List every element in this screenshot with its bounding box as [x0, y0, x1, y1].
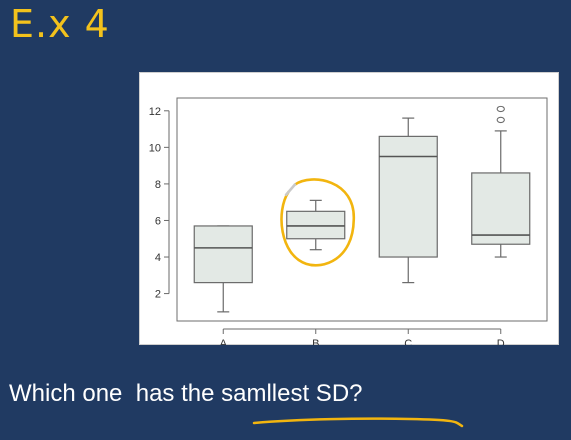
iqr-box	[193, 225, 253, 284]
handwritten-underline	[252, 417, 464, 428]
y-tick-label: 8	[155, 179, 161, 191]
y-tick-label: 12	[149, 106, 161, 118]
slide-title: E.x 4	[10, 2, 110, 46]
iqr-box	[471, 172, 531, 245]
x-tick-label: C	[404, 338, 412, 345]
boxplot-svg: 2 4 6 8 10 12 A B C D	[139, 72, 559, 345]
y-tick-label: 10	[149, 142, 161, 154]
x-tick-label: A	[220, 338, 228, 345]
y-tick-label: 6	[155, 215, 161, 227]
question-text: Which one has the samllest SD?	[9, 380, 363, 407]
iqr-box	[378, 135, 438, 258]
boxplot-chart: 2 4 6 8 10 12 A B C D	[139, 72, 559, 345]
x-tick-label: D	[497, 338, 505, 345]
y-tick-label: 4	[155, 252, 161, 264]
iqr-box	[286, 210, 346, 240]
y-tick-label: 2	[155, 289, 161, 301]
x-tick-label: B	[312, 338, 319, 345]
